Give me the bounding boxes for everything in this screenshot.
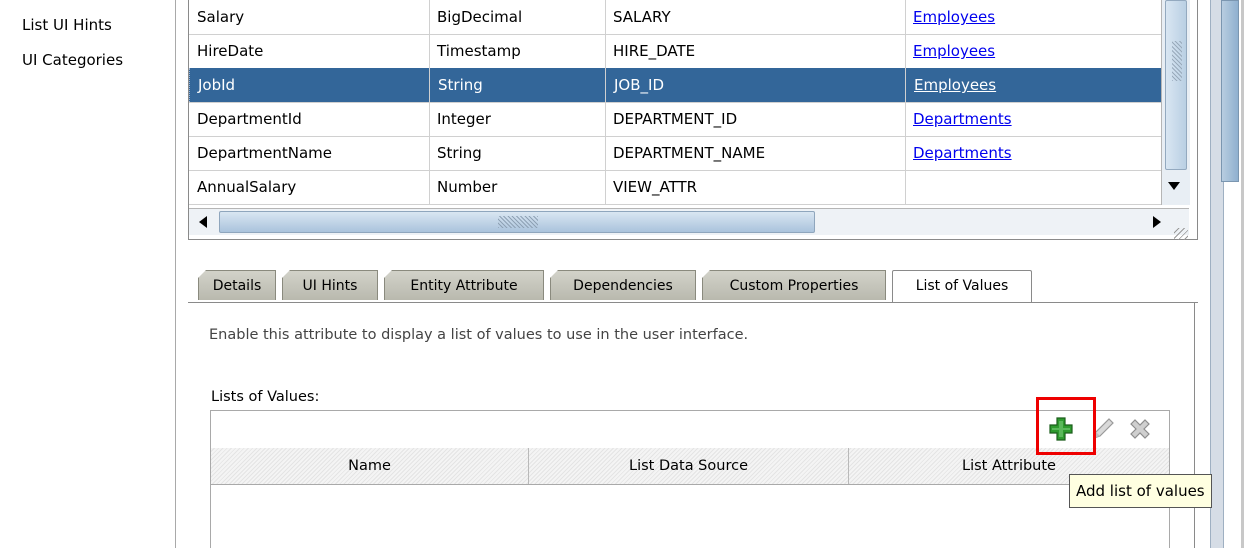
table-row[interactable]: DepartmentName String DEPARTMENT_NAME De…: [189, 136, 1161, 171]
attr-type-cell: String: [437, 144, 482, 162]
grid-vertical-scrollbar[interactable]: [1161, 0, 1190, 205]
attr-type-cell: Number: [437, 178, 498, 196]
column-header-list-data-source[interactable]: List Data Source: [529, 448, 849, 484]
table-row[interactable]: Salary BigDecimal SALARY Employees: [189, 0, 1161, 35]
attr-type-cell: String: [429, 68, 605, 102]
lov-toolbar: [211, 411, 1169, 449]
attributes-grid: Salary BigDecimal SALARY Employees HireD…: [188, 0, 1198, 240]
attr-column-cell: DEPARTMENT_ID: [613, 110, 738, 128]
resize-grip-icon[interactable]: [1174, 228, 1188, 240]
scroll-down-arrow-icon[interactable]: [1168, 182, 1180, 190]
outer-vertical-scrollbar[interactable]: [1205, 0, 1249, 548]
tab-details[interactable]: Details: [198, 270, 276, 300]
nav-item-list-ui-hints[interactable]: List UI Hints: [22, 16, 112, 34]
attr-column-cell: HIRE_DATE: [613, 42, 696, 60]
scroll-right-arrow-icon[interactable]: [1153, 216, 1161, 228]
attr-column-cell: SALARY: [613, 8, 671, 26]
table-row[interactable]: DepartmentId Integer DEPARTMENT_ID Depar…: [189, 102, 1161, 137]
window-edge: [1241, 0, 1244, 548]
attr-type-cell: BigDecimal: [437, 8, 523, 26]
lov-table-header: Name List Data Source List Attribute: [211, 448, 1169, 485]
left-navigator: List UI Hints UI Categories: [0, 0, 176, 548]
column-header-name[interactable]: Name: [211, 448, 529, 484]
scroll-left-arrow-icon[interactable]: [199, 216, 207, 228]
grip-icon: [498, 216, 538, 228]
tab-list-of-values[interactable]: List of Values: [892, 270, 1032, 302]
nav-item-ui-categories[interactable]: UI Categories: [22, 51, 123, 69]
tooltip: Add list of values: [1069, 474, 1212, 508]
column-divider: [429, 0, 430, 205]
grid-horizontal-scrollbar[interactable]: [189, 208, 1189, 235]
attr-name-cell: Salary: [197, 8, 245, 26]
scroll-thumb[interactable]: [219, 211, 815, 233]
attr-type-cell: Integer: [437, 110, 491, 128]
attr-name-cell: JobId: [189, 68, 429, 102]
grip-icon: [1172, 41, 1182, 81]
panel-border: [1194, 302, 1195, 548]
tab-ui-hints[interactable]: UI Hints: [282, 270, 378, 300]
entity-link[interactable]: Departments: [913, 110, 1012, 128]
table-row-selected[interactable]: JobId String JOB_ID Employees: [189, 68, 1161, 103]
entity-link[interactable]: Employees: [913, 42, 995, 60]
scroll-thumb[interactable]: [1165, 0, 1187, 170]
attr-name-cell: DepartmentId: [197, 110, 302, 128]
column-divider: [605, 0, 606, 205]
highlight-box: [1036, 397, 1096, 455]
attr-name-cell: HireDate: [197, 42, 264, 60]
lov-table: Name List Data Source List Attribute: [210, 410, 1170, 548]
attr-name-cell: DepartmentName: [197, 144, 333, 162]
delete-icon[interactable]: [1126, 415, 1154, 443]
attr-column-cell: JOB_ID: [605, 68, 905, 102]
panel-description: Enable this attribute to display a list …: [209, 327, 749, 343]
table-row[interactable]: AnnualSalary Number VIEW_ATTR: [189, 170, 1161, 205]
scroll-thumb[interactable]: [1221, 0, 1239, 182]
attr-name-cell: AnnualSalary: [197, 178, 297, 196]
tab-custom-properties[interactable]: Custom Properties: [702, 270, 886, 300]
attr-type-cell: Timestamp: [437, 42, 521, 60]
attr-column-cell: DEPARTMENT_NAME: [613, 144, 766, 162]
lov-list-label: Lists of Values:: [211, 389, 320, 405]
tab-dependencies[interactable]: Dependencies: [550, 270, 696, 300]
tab-baseline: [188, 302, 1198, 303]
entity-link[interactable]: Employees: [914, 76, 996, 94]
column-divider: [905, 0, 906, 205]
tab-entity-attribute[interactable]: Entity Attribute: [384, 270, 544, 300]
table-row[interactable]: HireDate Timestamp HIRE_DATE Employees: [189, 34, 1161, 69]
entity-link[interactable]: Employees: [913, 8, 995, 26]
entity-link[interactable]: Departments: [913, 144, 1012, 162]
attr-column-cell: VIEW_ATTR: [613, 178, 698, 196]
